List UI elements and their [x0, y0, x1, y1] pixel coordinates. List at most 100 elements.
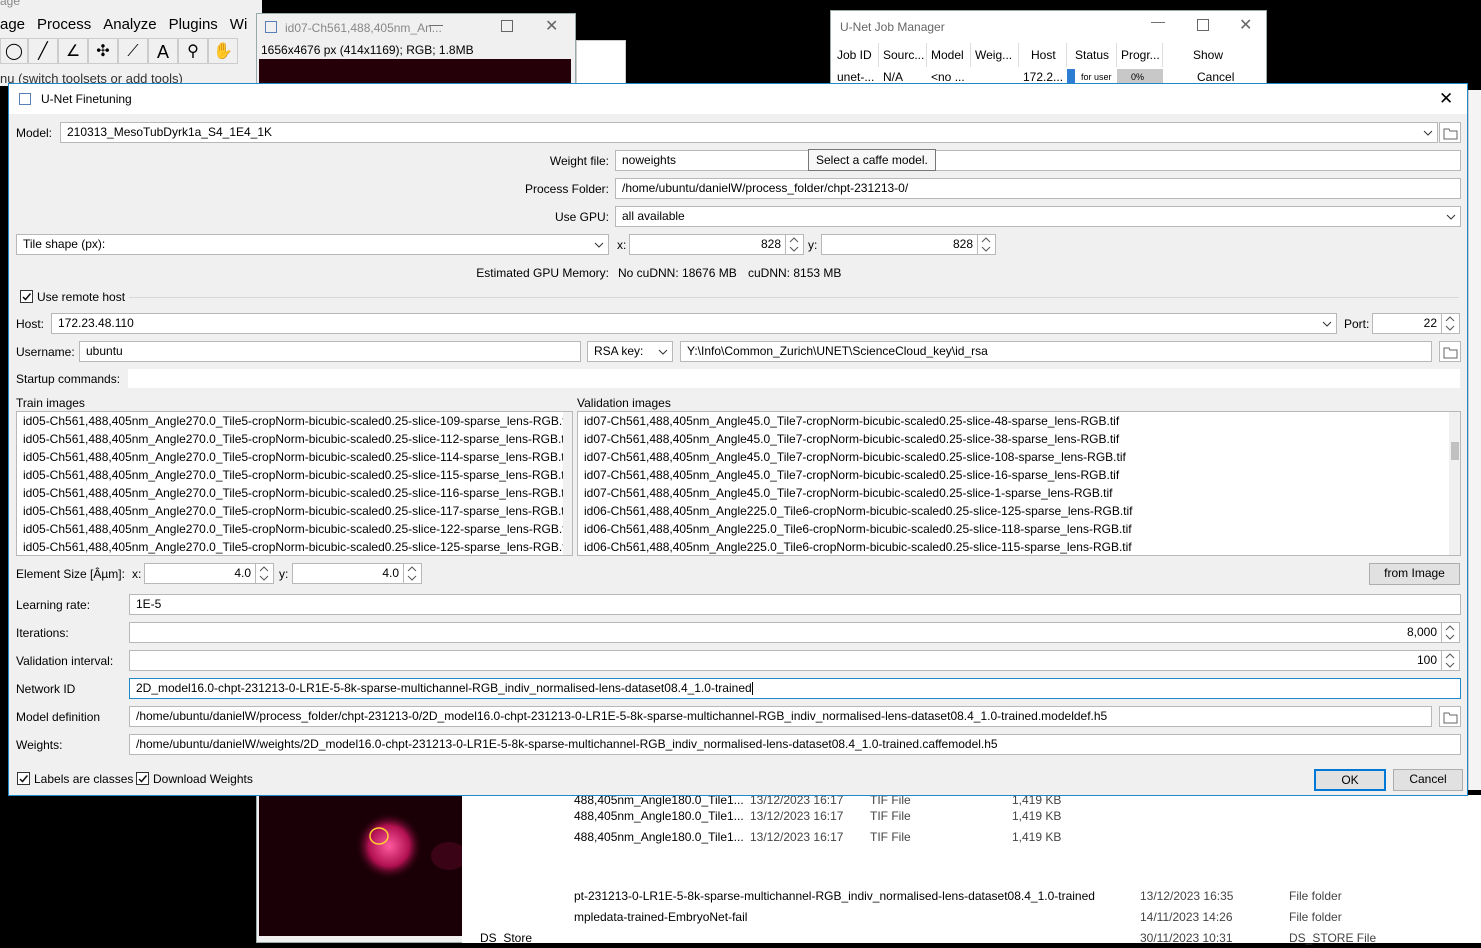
list-item[interactable]: id06-Ch561,488,405nm_Angle225.0_Tile6-cr… — [578, 502, 1460, 520]
list-item[interactable]: id05-Ch561,488,405nm_Angle270.0_Tile5-cr… — [17, 484, 572, 502]
validation-images-label: Validation images — [577, 396, 671, 410]
hand-tool-icon[interactable]: ✋ — [208, 38, 238, 64]
use-gpu-label: Use GPU: — [554, 210, 609, 224]
element-y-spinner[interactable] — [404, 563, 422, 584]
maximize-icon[interactable] — [1197, 19, 1209, 31]
weight-file-input[interactable]: noweights — [615, 150, 1461, 171]
list-item[interactable]: id05-Ch561,488,405nm_Angle270.0_Tile5-cr… — [17, 520, 572, 538]
file-row[interactable]: 488,405nm_Angle180.0_Tile1... — [574, 827, 744, 847]
menu-plugins[interactable]: Plugins — [169, 16, 218, 36]
folder-row[interactable]: mpledata-trained-EmbryoNet-fail — [574, 907, 747, 927]
oval-tool-icon[interactable]: ◯ — [0, 38, 28, 64]
maximize-icon[interactable] — [501, 20, 513, 32]
list-item[interactable]: id07-Ch561,488,405nm_Angle45.0_Tile7-cro… — [578, 448, 1460, 466]
close-icon[interactable]: ✕ — [545, 16, 558, 36]
use-gpu-select[interactable]: all available — [615, 206, 1461, 227]
list-item[interactable]: id05-Ch561,488,405nm_Angle270.0_Tile5-cr… — [17, 538, 572, 555]
labels-are-classes-checkbox[interactable] — [17, 772, 30, 785]
chevron-down-icon — [1322, 321, 1332, 327]
validation-interval-spinner[interactable] — [1442, 650, 1460, 671]
iterations-spinner[interactable] — [1442, 622, 1460, 643]
validation-interval-input[interactable]: 100 — [129, 650, 1442, 671]
train-list-scrollbar[interactable] — [563, 412, 572, 555]
col-host[interactable]: Host — [1019, 43, 1067, 67]
element-size-label: Element Size [Âµm]: — [16, 567, 125, 581]
element-y-input[interactable]: 4.0 — [292, 563, 404, 584]
model-value: 210313_MesoTubDyrk1a_S4_1E4_1K — [67, 125, 273, 139]
startup-commands-input[interactable] — [127, 368, 1461, 389]
list-item[interactable]: id06-Ch561,488,405nm_Angle225.0_Tile6-cr… — [578, 538, 1460, 555]
from-image-button[interactable]: from Image — [1369, 563, 1460, 585]
element-x-input[interactable]: 4.0 — [144, 563, 256, 584]
list-item[interactable]: id07-Ch561,488,405nm_Angle45.0_Tile7-cro… — [578, 466, 1460, 484]
weights-input[interactable]: /home/ubuntu/danielW/weights/2D_model16.… — [129, 734, 1461, 755]
learning-rate-input[interactable]: 1E-5 — [129, 594, 1461, 615]
rsa-key-folder-button[interactable] — [1439, 341, 1461, 362]
spinner-arrows-icon — [407, 566, 417, 581]
folder-row[interactable]: pt-231213-0-LR1E-5-8k-sparse-multichanne… — [574, 886, 1095, 906]
model-folder-button[interactable] — [1439, 122, 1461, 143]
tile-x-spinner[interactable] — [786, 234, 804, 255]
col-weights[interactable]: Weig... — [971, 43, 1019, 67]
menu-window[interactable]: Wi — [230, 16, 248, 36]
col-show[interactable]: Show — [1163, 43, 1265, 67]
scrollbar-thumb[interactable] — [1451, 442, 1459, 460]
rsa-key-path-input[interactable]: Y:\Info\Common_Zurich\UNET\ScienceCloud_… — [680, 341, 1432, 362]
tile-y-spinner[interactable] — [978, 234, 996, 255]
port-input[interactable]: 22 — [1372, 313, 1442, 334]
magnifier-tool-icon[interactable]: ⚲ — [178, 38, 208, 64]
tile-shape-select[interactable]: Tile shape (px): — [16, 234, 609, 255]
menu-process[interactable]: Process — [37, 16, 91, 36]
list-item[interactable]: id05-Ch561,488,405nm_Angle270.0_Tile5-cr… — [17, 448, 572, 466]
col-job-id[interactable]: Job ID — [833, 43, 879, 67]
list-item[interactable]: id05-Ch561,488,405nm_Angle270.0_Tile5-cr… — [17, 502, 572, 520]
wand-tool-icon[interactable]: ⟋ — [118, 38, 148, 64]
download-weights-checkbox[interactable] — [136, 772, 149, 785]
col-status[interactable]: Status — [1067, 43, 1117, 67]
model-definition-input[interactable]: /home/ubuntu/danielW/process_folder/chpt… — [129, 706, 1432, 727]
list-item[interactable]: id07-Ch561,488,405nm_Angle45.0_Tile7-cro… — [578, 412, 1460, 430]
process-folder-input[interactable]: /home/ubuntu/danielW/process_folder/chpt… — [615, 178, 1461, 199]
point-tool-icon[interactable]: ✣ — [88, 38, 118, 64]
menu-image[interactable]: age — [0, 16, 25, 36]
model-definition-folder-button[interactable] — [1439, 706, 1461, 727]
file-row[interactable]: 488,405nm_Angle180.0_Tile1... — [574, 806, 744, 826]
host-select[interactable]: 172.23.48.110 — [51, 313, 1337, 334]
col-source[interactable]: Sourc... — [879, 43, 927, 67]
tile-x-input[interactable]: 828 — [629, 234, 786, 255]
train-images-list[interactable]: id05-Ch561,488,405nm_Angle270.0_Tile5-cr… — [16, 411, 573, 556]
folder-type: File folder — [1289, 889, 1342, 903]
use-remote-host-checkbox[interactable] — [20, 290, 33, 303]
col-progress[interactable]: Progr... — [1117, 43, 1163, 67]
element-x-spinner[interactable] — [256, 563, 274, 584]
angle-tool-icon[interactable]: ∠ — [58, 38, 88, 64]
validation-images-list[interactable]: id07-Ch561,488,405nm_Angle45.0_Tile7-cro… — [577, 411, 1461, 556]
rsa-key-select[interactable]: RSA key: — [587, 341, 673, 362]
ok-button[interactable]: OK — [1314, 769, 1386, 791]
text-tool-icon[interactable]: A — [148, 38, 178, 64]
list-item[interactable]: id06-Ch561,488,405nm_Angle225.0_Tile6-cr… — [578, 520, 1460, 538]
validation-list-scrollbar[interactable] — [1449, 412, 1460, 555]
list-item[interactable]: id07-Ch561,488,405nm_Angle45.0_Tile7-cro… — [578, 484, 1460, 502]
list-item[interactable]: id05-Ch561,488,405nm_Angle270.0_Tile5-cr… — [17, 466, 572, 484]
list-item[interactable]: id05-Ch561,488,405nm_Angle270.0_Tile5-cr… — [17, 412, 572, 430]
port-spinner[interactable] — [1442, 313, 1460, 334]
list-item[interactable]: id07-Ch561,488,405nm_Angle45.0_Tile7-cro… — [578, 430, 1460, 448]
network-id-input[interactable]: 2D_model16.0-chpt-231213-0-LR1E-5-8k-spa… — [129, 678, 1461, 699]
close-icon[interactable]: ✕ — [1239, 15, 1252, 35]
menu-analyze[interactable]: Analyze — [103, 16, 156, 36]
cancel-button[interactable]: Cancel — [1393, 769, 1463, 791]
model-select[interactable]: 210313_MesoTubDyrk1a_S4_1E4_1K — [60, 122, 1438, 143]
spinner-arrows-icon — [1445, 625, 1455, 640]
username-input[interactable]: ubuntu — [79, 341, 581, 362]
folder-row[interactable]: DS_Store — [480, 928, 532, 948]
line-tool-icon[interactable]: ╱ — [28, 38, 58, 64]
col-model[interactable]: Model — [927, 43, 971, 67]
minimize-icon[interactable]: — — [429, 16, 443, 32]
tile-y-input[interactable]: 828 — [821, 234, 978, 255]
minimize-icon[interactable]: — — [1151, 13, 1165, 29]
train-images-label: Train images — [16, 396, 85, 410]
iterations-input[interactable]: 8,000 — [129, 622, 1442, 643]
close-icon[interactable]: ✕ — [1439, 89, 1453, 109]
list-item[interactable]: id05-Ch561,488,405nm_Angle270.0_Tile5-cr… — [17, 430, 572, 448]
